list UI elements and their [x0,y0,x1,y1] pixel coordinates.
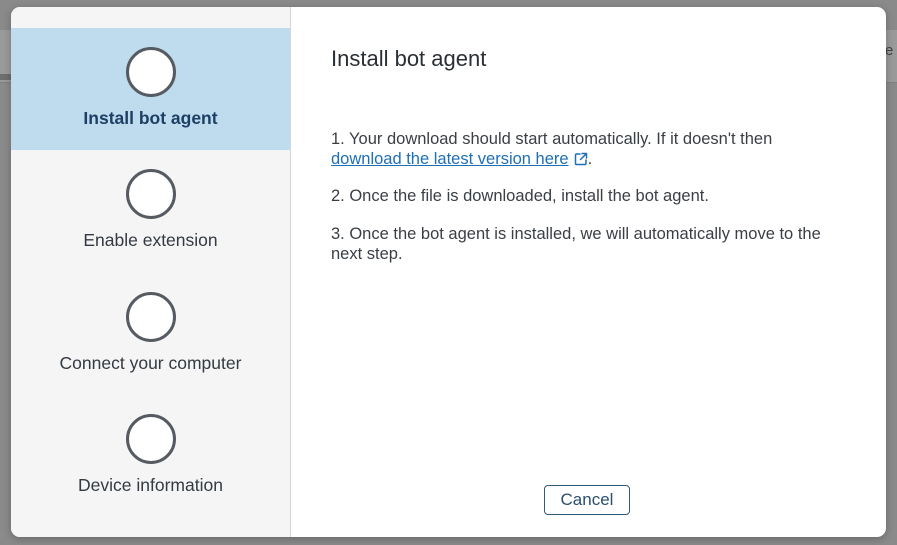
step-install-bot-agent[interactable]: Install bot agent [11,28,290,150]
step-enable-extension[interactable]: Enable extension [11,150,290,272]
cancel-button[interactable]: Cancel [544,485,630,515]
step-indicator-icon [126,414,176,464]
step-indicator-icon [126,47,176,97]
step-label: Device information [78,475,223,495]
step-label: Connect your computer [59,353,242,373]
step-indicator-icon [126,292,176,342]
step-indicator-icon [126,169,176,219]
instruction-step-1: 1. Your download should start automatica… [331,129,851,169]
background-text-fragment: e [885,42,894,59]
instruction-text: 1. Your download should start automatica… [331,130,773,148]
step-device-information[interactable]: Device information [11,395,290,517]
download-link[interactable]: download the latest version here [331,150,569,168]
instruction-step-3: 3. Once the bot agent is installed, we w… [331,225,821,263]
instruction-step-2: 2. Once the file is downloaded, install … [331,187,709,205]
page-title: Install bot agent [331,46,487,71]
step-label: Enable extension [83,230,218,250]
install-wizard-dialog: Install bot agent Enable extension Conne… [11,7,886,537]
instruction-text-end: . [587,150,593,168]
step-label: Install bot agent [83,108,218,128]
step-connect-computer[interactable]: Connect your computer [11,273,290,395]
wizard-content: Install bot agent 1. Your download shoul… [291,7,886,537]
wizard-steps-sidebar: Install bot agent Enable extension Conne… [11,7,291,537]
external-link-icon[interactable] [574,152,588,166]
